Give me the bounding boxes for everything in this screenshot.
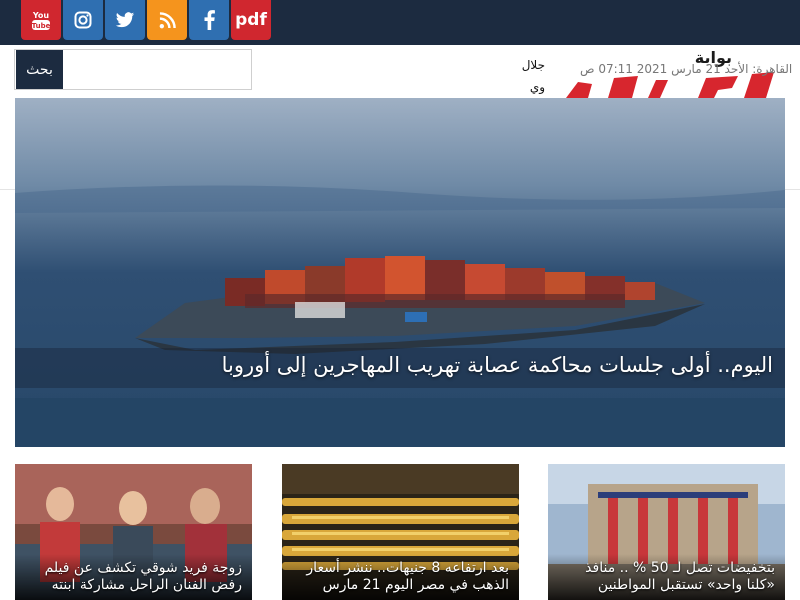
facebook-icon[interactable] [189, 0, 229, 40]
youtube-icon[interactable]: You Tube [21, 0, 61, 40]
twitter-icon[interactable] [105, 0, 145, 40]
instagram-icon[interactable] [63, 0, 103, 40]
rss-icon[interactable] [147, 0, 187, 40]
news-card[interactable]: بتخفيضات تصل لـ 50 % .. منافذ «كلنا واحد… [548, 464, 785, 600]
card-title[interactable]: بعد ارتفاعه 8 جنيهات.. ننشر أسعار الذهب … [289, 560, 509, 594]
search-input[interactable] [63, 50, 251, 89]
news-card[interactable]: زوجة فريد شوقي تكشف عن فيلم رفض الفنان ا… [15, 464, 252, 600]
card-title[interactable]: بتخفيضات تصل لـ 50 % .. منافذ «كلنا واحد… [555, 560, 775, 594]
news-ticker[interactable]: جلال وي [505, 54, 545, 98]
hero-article[interactable]: اليوم.. أولى جلسات محاكمة عصابة تهريب ال… [15, 98, 785, 447]
search-button[interactable]: بحث [16, 50, 63, 89]
hero-image [15, 98, 785, 447]
top-social-bar: You Tube pdf [0, 0, 800, 45]
news-card[interactable]: بعد ارتفاعه 8 جنيهات.. ننشر أسعار الذهب … [282, 464, 519, 600]
pdf-link[interactable]: pdf [231, 0, 271, 40]
current-date: القاهرة: الأحد 21 مارس 2021 07:11 ص [580, 62, 793, 76]
svg-text:Tube: Tube [32, 22, 51, 30]
svg-text:You: You [32, 11, 50, 20]
card-title[interactable]: زوجة فريد شوقي تكشف عن فيلم رفض الفنان ا… [22, 560, 242, 594]
hero-title[interactable]: اليوم.. أولى جلسات محاكمة عصابة تهريب ال… [222, 353, 773, 377]
